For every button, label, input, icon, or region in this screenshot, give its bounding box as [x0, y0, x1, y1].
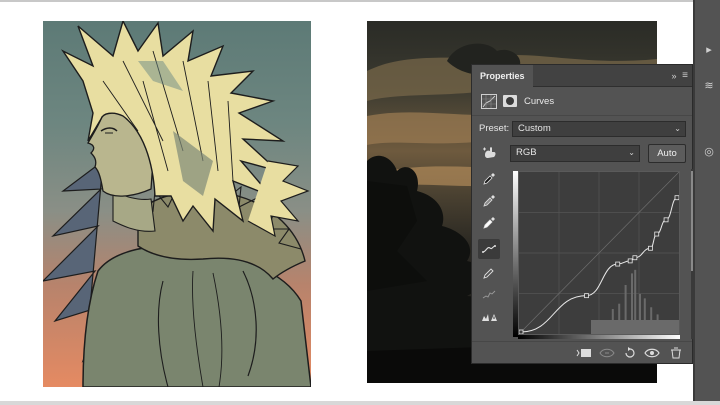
illustration-artwork: [43, 21, 311, 387]
right-dock-strip: ▸ ≋ ◎: [693, 0, 720, 405]
view-previous-state-icon[interactable]: [599, 346, 615, 360]
curves-plot[interactable]: [518, 171, 680, 335]
curves-dock-icon[interactable]: ≋: [703, 80, 715, 92]
curve-control-point[interactable]: [654, 231, 660, 237]
curve-control-point[interactable]: [674, 195, 680, 201]
trash-icon[interactable]: [668, 346, 684, 360]
info-dock-icon[interactable]: ◎: [703, 146, 715, 158]
targeted-adjustment-hand-icon[interactable]: [482, 145, 498, 161]
clipping-warning-icon[interactable]: [478, 307, 500, 327]
curve-control-point[interactable]: [615, 261, 621, 267]
adjustment-header: Curves: [472, 88, 692, 116]
curve-control-point[interactable]: [632, 255, 638, 261]
curve-control-point[interactable]: [648, 245, 653, 251]
eyedropper-white-icon[interactable]: [478, 213, 500, 233]
reset-icon[interactable]: [622, 346, 638, 360]
layer-mask-icon[interactable]: [503, 95, 517, 107]
panel-tab-bar: Properties » ≡: [472, 65, 692, 87]
curves-adjustment-icon: [481, 94, 497, 109]
chevron-down-icon: ⌄: [628, 148, 635, 157]
pencil-draw-icon[interactable]: [478, 263, 500, 283]
bottom-border: [0, 401, 720, 405]
curve-control-point[interactable]: [663, 217, 669, 223]
preset-dropdown[interactable]: Custom ⌄: [512, 121, 686, 137]
input-gradient-bar: [518, 335, 680, 339]
channel-row: RGB ⌄ Auto: [472, 144, 692, 164]
photoshop-workspace: Properties » ≡ Curves Preset: Custom ⌄ R…: [0, 0, 720, 405]
visibility-eye-icon[interactable]: [644, 346, 660, 360]
curve-edit-points-icon[interactable]: [478, 239, 500, 259]
smooth-curve-icon[interactable]: [478, 285, 500, 305]
properties-panel: Properties » ≡ Curves Preset: Custom ⌄ R…: [471, 64, 693, 364]
auto-button[interactable]: Auto: [648, 144, 686, 163]
dock-divider: [693, 0, 695, 405]
illustration-canvas[interactable]: [43, 21, 311, 387]
eyedropper-gray-icon[interactable]: [478, 191, 500, 211]
chevron-down-icon: ⌄: [674, 124, 681, 133]
clip-to-layer-icon[interactable]: [576, 346, 592, 360]
panel-menu-icon[interactable]: ≡: [679, 69, 691, 83]
preset-label: Preset:: [479, 123, 510, 134]
tab-properties[interactable]: Properties: [472, 65, 533, 87]
panel-footer: [472, 341, 692, 363]
top-border: [0, 0, 720, 2]
adjustment-title: Curves: [524, 96, 555, 107]
curve-control-point[interactable]: [518, 329, 524, 335]
curves-graph[interactable]: [518, 171, 680, 335]
channel-value: RGB: [516, 147, 537, 158]
histogram-base: [591, 320, 679, 334]
channel-dropdown[interactable]: RGB ⌄: [510, 145, 640, 162]
eyedropper-black-icon[interactable]: [478, 169, 500, 189]
curve-control-point[interactable]: [584, 293, 589, 299]
curve-control-point[interactable]: [627, 258, 633, 264]
preset-value: Custom: [518, 123, 551, 134]
panel-expand-icon[interactable]: ▸: [703, 44, 715, 56]
preset-row: Preset: Custom ⌄: [472, 121, 692, 137]
